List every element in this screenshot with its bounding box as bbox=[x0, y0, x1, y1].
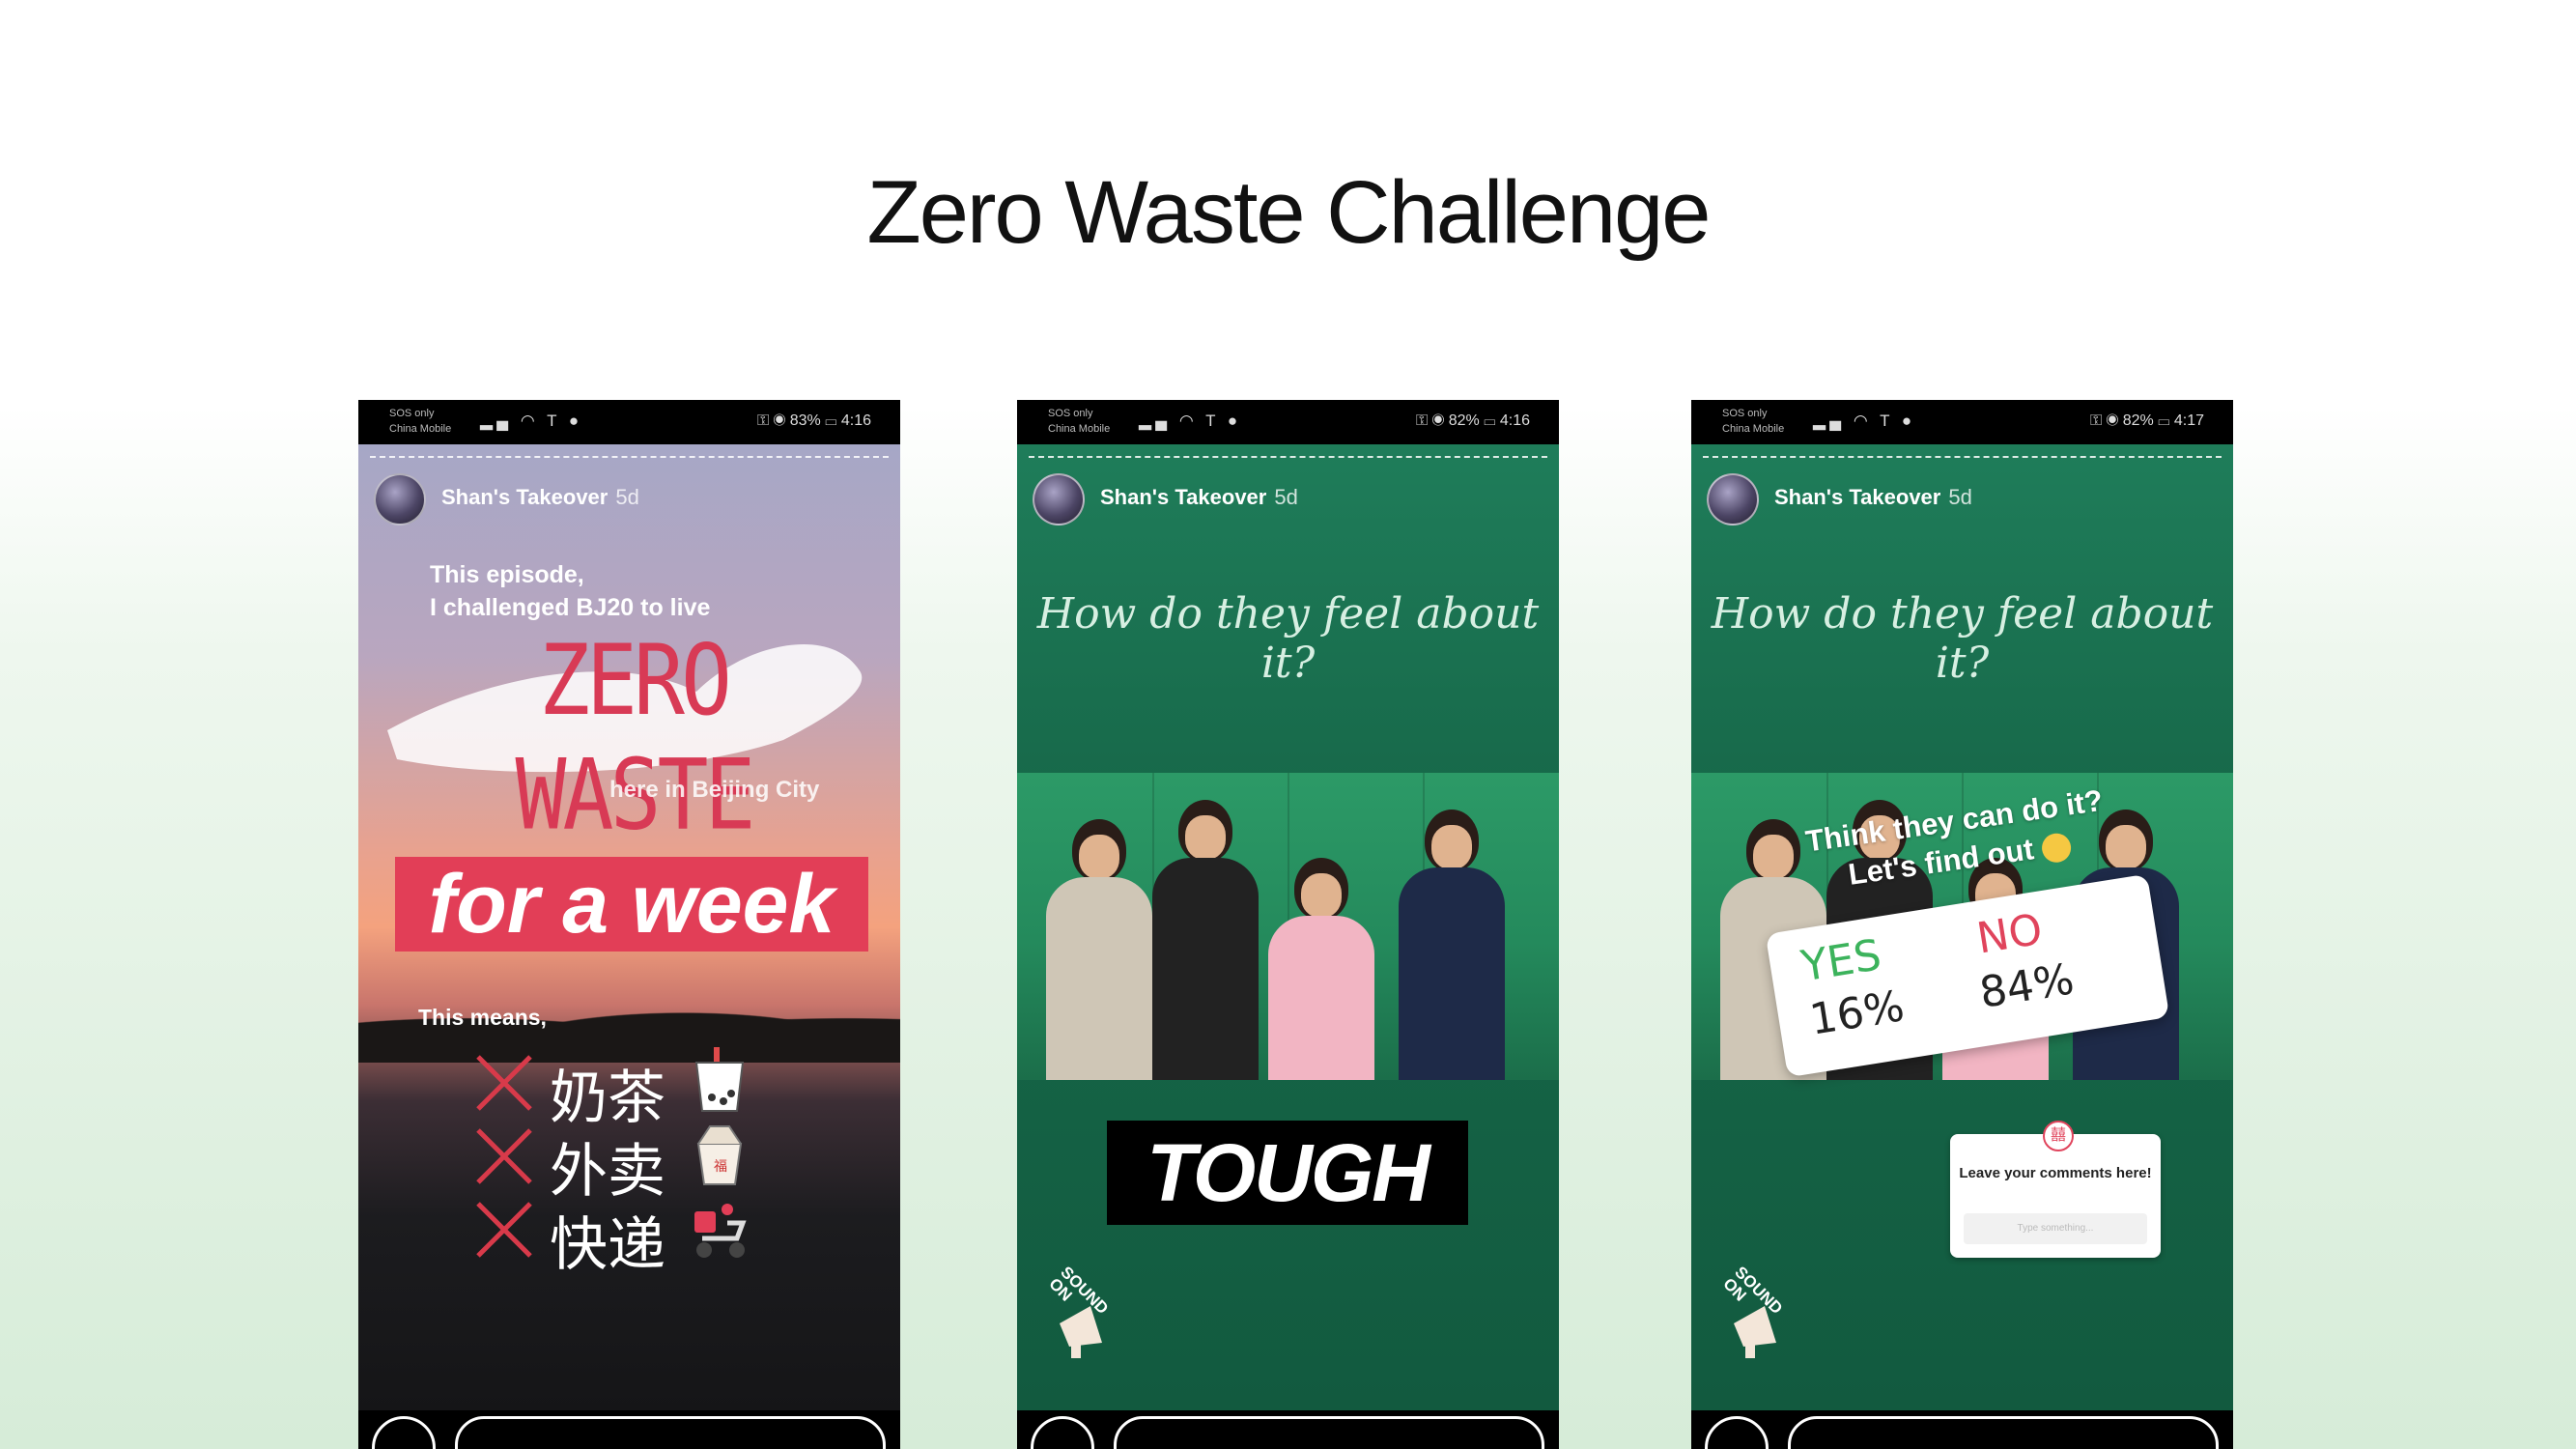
status-time: 4:16 bbox=[1499, 412, 1530, 429]
cross-icon bbox=[476, 1055, 532, 1111]
camera-button[interactable] bbox=[1031, 1416, 1094, 1449]
slide-title: Zero Waste Challenge bbox=[866, 163, 1712, 262]
sound-on-sticker[interactable]: SOUND ON bbox=[1716, 1256, 1823, 1362]
battery-icon: ▭ bbox=[825, 412, 837, 429]
carrier-bottom: China Mobile bbox=[1722, 423, 1785, 435]
battery-percent: 82% bbox=[1448, 412, 1480, 429]
poll-option-no[interactable]: NO bbox=[1973, 905, 2046, 964]
sound-on-sticker[interactable]: SOUND ON bbox=[1042, 1256, 1148, 1362]
account-name[interactable]: Shan's Takeover bbox=[1100, 485, 1266, 509]
status-bar: SOS only China Mobile ▂▄ ◠ T ● ⚿ ◉ 82% ▭… bbox=[1691, 400, 2233, 444]
story-reply-bar bbox=[1691, 1410, 2233, 1449]
person-figure bbox=[1259, 858, 1384, 1080]
eye-icon: ◉ bbox=[2106, 412, 2119, 429]
story-age: 5d bbox=[1948, 485, 1972, 509]
question-text: How do they feel about it? bbox=[1036, 589, 1540, 688]
signal-icons: ▂▄ ◠ T ● bbox=[1139, 412, 1242, 430]
carrier-top: SOS only bbox=[1048, 408, 1093, 419]
key-icon: ⚿ bbox=[1415, 412, 1429, 429]
comment-prompt: Leave your comments here! bbox=[1959, 1165, 2152, 1181]
phone-story-2: SOS only China Mobile ▂▄ ◠ T ● ⚿ ◉ 82% ▭… bbox=[1017, 400, 1559, 1449]
avatar[interactable] bbox=[1707, 473, 1759, 526]
svg-text:福: 福 bbox=[714, 1159, 727, 1175]
story-screen[interactable]: Shan's Takeover 5d How do they feel about… bbox=[1017, 444, 1559, 1410]
story-age: 5d bbox=[615, 485, 639, 509]
status-bar: SOS only China Mobile ▂▄ ◠ T ● ⚿ ◉ 82% ▭… bbox=[1017, 400, 1559, 444]
story-reply-bar bbox=[358, 1410, 900, 1449]
signal-icons: ▂▄ ◠ T ● bbox=[1813, 412, 1916, 430]
delivery-scooter-icon bbox=[694, 1204, 747, 1258]
item-label: 快递 bbox=[550, 1211, 665, 1279]
item-row-milk-tea: 奶茶 bbox=[472, 1047, 781, 1132]
eye-icon: ◉ bbox=[773, 412, 786, 429]
battery-icon: ▭ bbox=[1484, 412, 1496, 429]
story-screen[interactable]: Shan's Takeover 5d How do they feel about… bbox=[1691, 444, 2233, 1410]
story-screen[interactable]: Shan's Takeover 5d This episode, I challe… bbox=[358, 444, 900, 1410]
phone-story-3: SOS only China Mobile ▂▄ ◠ T ● ⚿ ◉ 82% ▭… bbox=[1691, 400, 2233, 1449]
carrier-bottom: China Mobile bbox=[389, 423, 452, 435]
poll-no-percent: 84% bbox=[1976, 954, 2078, 1018]
story-progress-bar bbox=[1029, 456, 1547, 458]
battery-percent: 82% bbox=[2122, 412, 2154, 429]
send-message-input[interactable] bbox=[455, 1416, 886, 1449]
status-time: 4:16 bbox=[840, 412, 871, 429]
banner-for-a-week: for a week bbox=[395, 857, 868, 952]
person-figure bbox=[1384, 810, 1519, 1080]
avatar[interactable] bbox=[1033, 473, 1085, 526]
means-label: This means, bbox=[418, 1005, 547, 1030]
battery-icon: ▭ bbox=[2158, 412, 2170, 429]
intro-line-1: This episode, bbox=[430, 561, 584, 588]
status-bar: SOS only China Mobile ▂▄ ◠ T ● ⚿ ◉ 83% ▭… bbox=[358, 400, 900, 444]
status-time: 4:17 bbox=[2173, 412, 2204, 429]
story-age: 5d bbox=[1274, 485, 1298, 509]
question-sticker: 囍 Leave your comments here! Type somethi… bbox=[1950, 1121, 2161, 1258]
cross-icon bbox=[476, 1202, 532, 1258]
send-message-input[interactable] bbox=[1114, 1416, 1544, 1449]
carrier-top: SOS only bbox=[389, 408, 435, 419]
carrier-top: SOS only bbox=[1722, 408, 1768, 419]
profile-badge-icon: 囍 bbox=[2043, 1121, 2074, 1151]
question-text: How do they feel about it? bbox=[1711, 589, 2214, 688]
key-icon: ⚿ bbox=[2089, 412, 2103, 429]
story-progress-bar bbox=[1703, 456, 2222, 458]
location-text: here in Beijing City bbox=[609, 777, 820, 803]
cross-icon bbox=[476, 1128, 532, 1184]
sticker-tough: TOUGH bbox=[1107, 1121, 1468, 1225]
signal-icons: ▂▄ ◠ T ● bbox=[480, 412, 583, 430]
carrier-bottom: China Mobile bbox=[1048, 423, 1111, 435]
upside-down-face-icon bbox=[2040, 831, 2073, 865]
key-icon: ⚿ bbox=[756, 412, 770, 429]
eye-icon: ◉ bbox=[1431, 412, 1445, 429]
camera-button[interactable] bbox=[1705, 1416, 1769, 1449]
battery-percent: 83% bbox=[789, 412, 821, 429]
poll-yes-percent: 16% bbox=[1806, 981, 1908, 1045]
person-figure bbox=[1143, 800, 1268, 1080]
bubble-tea-icon bbox=[694, 1047, 745, 1112]
avatar[interactable] bbox=[374, 473, 426, 526]
account-name[interactable]: Shan's Takeover bbox=[441, 485, 608, 509]
headline-zero-waste: ZERO WASTE bbox=[515, 622, 756, 852]
story-progress-bar bbox=[370, 456, 889, 458]
account-name[interactable]: Shan's Takeover bbox=[1774, 485, 1940, 509]
poll-option-yes[interactable]: YES bbox=[1798, 930, 1885, 991]
group-photo bbox=[1017, 773, 1559, 1080]
comment-input[interactable]: Type something... bbox=[1964, 1213, 2147, 1244]
takeout-box-icon: 福 bbox=[696, 1125, 743, 1185]
send-message-input[interactable] bbox=[1788, 1416, 2219, 1449]
item-row-delivery: 快递 bbox=[472, 1194, 781, 1279]
item-row-takeout: 外卖 福 bbox=[472, 1121, 781, 1206]
phone-story-1: SOS only China Mobile ▂▄ ◠ T ● ⚿ ◉ 83% ▭… bbox=[358, 400, 900, 1449]
camera-button[interactable] bbox=[372, 1416, 436, 1449]
story-reply-bar bbox=[1017, 1410, 1559, 1449]
